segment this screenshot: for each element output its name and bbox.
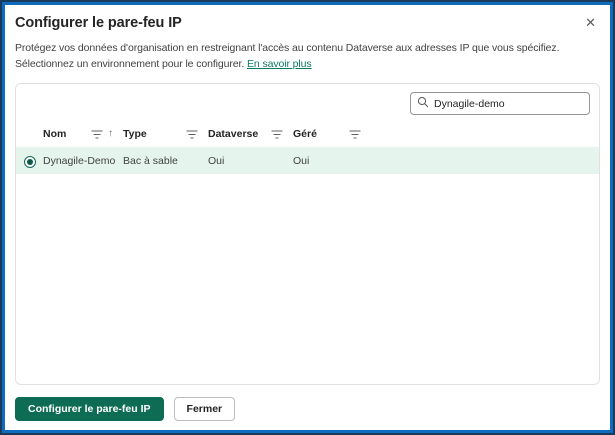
column-header-nom[interactable]: Nom ↑ [43, 128, 123, 140]
radio-dot [27, 158, 33, 165]
row-radio-cell [24, 152, 43, 170]
dialog-frame: Configurer le pare-feu IP ✕ Protégez vos… [0, 0, 615, 435]
cell-name: Dynagile-Demo [43, 154, 116, 167]
dialog-header: Configurer le pare-feu IP ✕ [15, 13, 600, 33]
search-icon [417, 95, 429, 113]
configure-ip-firewall-dialog: Configurer le pare-feu IP ✕ Protégez vos… [5, 5, 610, 430]
column-header-type[interactable]: Type [123, 128, 208, 140]
radio-selected[interactable] [24, 155, 36, 168]
column-label-nom: Nom [43, 128, 67, 140]
environment-table-card: Nom ↑ Type [15, 83, 600, 385]
column-label-gere: Géré [293, 128, 317, 140]
cell-gere: Oui [293, 154, 310, 167]
column-header-gere[interactable]: Géré [293, 128, 371, 140]
table-row-dynagile-demo[interactable]: Dynagile-Demo Bac à sable Oui Oui [16, 147, 599, 174]
filter-icon[interactable] [271, 129, 283, 139]
environment-search-input[interactable] [410, 92, 590, 115]
search-input-field[interactable] [434, 97, 583, 110]
filter-icon[interactable] [91, 129, 103, 139]
dialog-frame-inner: Configurer le pare-feu IP ✕ Protégez vos… [2, 2, 613, 433]
cell-dataverse: Oui [208, 154, 225, 167]
filter-icon[interactable] [349, 129, 361, 139]
close-dialog-button[interactable]: Fermer [173, 397, 236, 421]
search-row [16, 84, 599, 119]
table-header-row: Nom ↑ Type Dataverse Géré [16, 121, 599, 147]
column-header-dataverse[interactable]: Dataverse [208, 128, 293, 140]
sort-ascending-icon[interactable]: ↑ [108, 129, 113, 139]
dialog-title: Configurer le pare-feu IP [15, 15, 182, 31]
close-icon[interactable]: ✕ [581, 13, 600, 33]
column-label-dataverse: Dataverse [208, 128, 259, 140]
dialog-description: Protégez vos données d'organisation en r… [15, 40, 600, 72]
filter-icon[interactable] [186, 129, 198, 139]
dialog-footer: Configurer le pare-feu IP Fermer [15, 397, 600, 421]
configure-firewall-button[interactable]: Configurer le pare-feu IP [15, 397, 164, 421]
column-label-type: Type [123, 128, 147, 140]
learn-more-link[interactable]: En savoir plus [247, 58, 312, 70]
cell-type: Bac à sable [123, 154, 178, 167]
